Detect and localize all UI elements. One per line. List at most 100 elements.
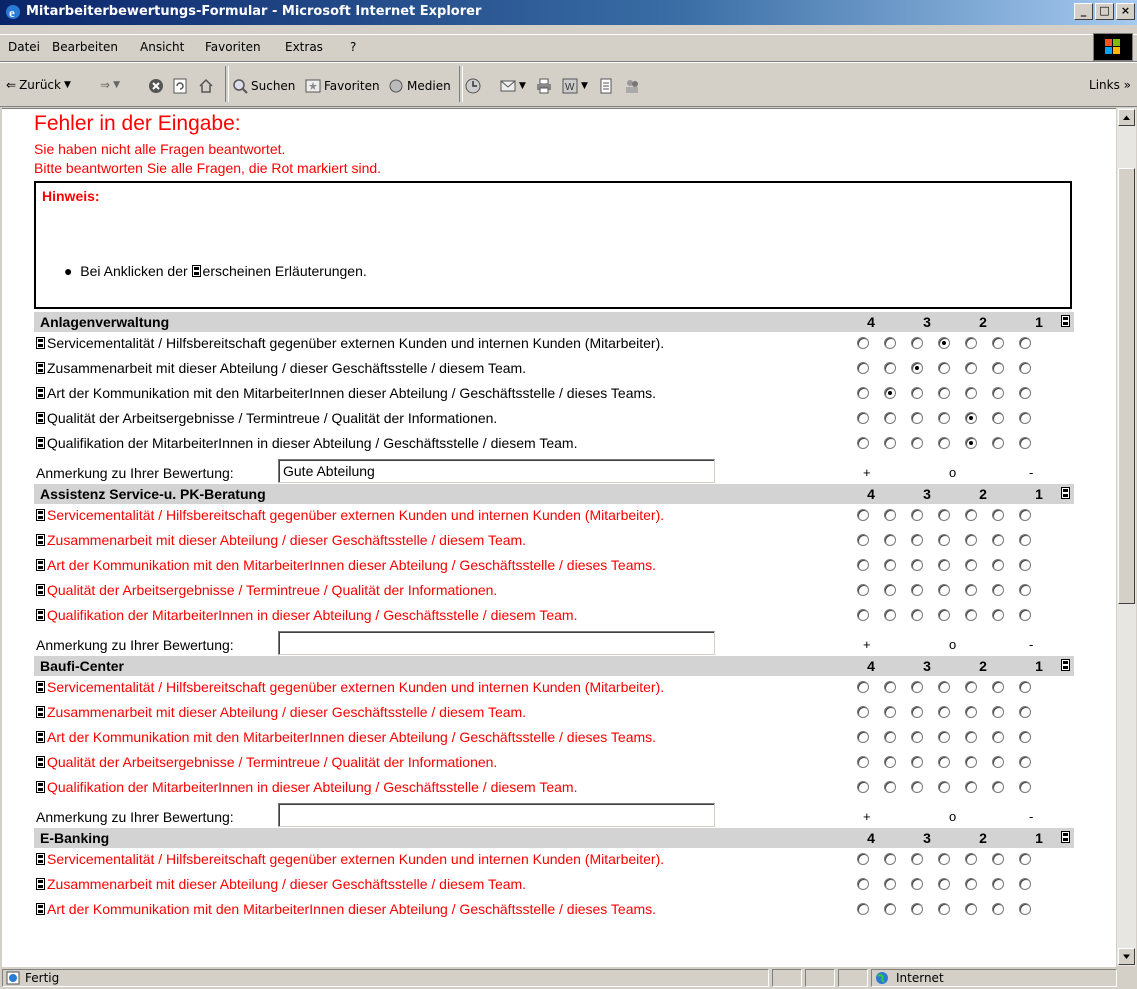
rating-radio[interactable] bbox=[884, 534, 896, 546]
info-icon[interactable] bbox=[36, 706, 45, 718]
rating-radio[interactable] bbox=[992, 559, 1004, 571]
rating-radio[interactable] bbox=[965, 756, 977, 768]
rating-radio[interactable] bbox=[884, 781, 896, 793]
rating-radio[interactable] bbox=[938, 706, 950, 718]
rating-radio[interactable] bbox=[1019, 781, 1031, 793]
rating-radio[interactable] bbox=[1019, 337, 1031, 349]
remark-input[interactable] bbox=[278, 803, 715, 827]
info-icon[interactable] bbox=[36, 534, 45, 546]
rating-radio[interactable] bbox=[911, 584, 923, 596]
rating-radio[interactable] bbox=[857, 387, 869, 399]
rating-radio[interactable] bbox=[884, 437, 896, 449]
rating-radio[interactable] bbox=[911, 362, 923, 374]
info-icon[interactable] bbox=[36, 437, 45, 449]
rating-radio[interactable] bbox=[938, 509, 950, 521]
info-icon[interactable] bbox=[36, 681, 45, 693]
rating-radio[interactable] bbox=[911, 609, 923, 621]
rating-radio[interactable] bbox=[1019, 903, 1031, 915]
messenger-button[interactable] bbox=[624, 78, 640, 94]
rating-radio[interactable] bbox=[1019, 387, 1031, 399]
rating-radio[interactable] bbox=[884, 509, 896, 521]
rating-radio[interactable] bbox=[965, 731, 977, 743]
info-icon[interactable] bbox=[36, 878, 45, 890]
rating-radio[interactable] bbox=[965, 362, 977, 374]
rating-radio[interactable] bbox=[938, 387, 950, 399]
info-icon[interactable] bbox=[36, 387, 45, 399]
menu-help[interactable]: ? bbox=[350, 40, 356, 54]
rating-radio[interactable] bbox=[1019, 878, 1031, 890]
back-button[interactable]: ⇐ Zurück ▼ bbox=[6, 78, 71, 92]
rating-radio[interactable] bbox=[884, 756, 896, 768]
rating-radio[interactable] bbox=[857, 878, 869, 890]
info-icon[interactable] bbox=[1061, 659, 1070, 671]
rating-radio[interactable] bbox=[1019, 437, 1031, 449]
rating-radio[interactable] bbox=[992, 437, 1004, 449]
rating-radio[interactable] bbox=[965, 853, 977, 865]
rating-radio[interactable] bbox=[1019, 509, 1031, 521]
rating-radio[interactable] bbox=[911, 437, 923, 449]
rating-radio[interactable] bbox=[938, 853, 950, 865]
rating-radio[interactable] bbox=[965, 609, 977, 621]
rating-radio[interactable] bbox=[965, 337, 977, 349]
rating-radio[interactable] bbox=[911, 337, 923, 349]
menu-bearbeiten[interactable]: Bearbeiten bbox=[52, 40, 118, 54]
menu-datei[interactable]: Datei bbox=[8, 40, 40, 54]
rating-radio[interactable] bbox=[884, 706, 896, 718]
rating-radio[interactable] bbox=[911, 878, 923, 890]
rating-radio[interactable] bbox=[992, 362, 1004, 374]
remark-input[interactable] bbox=[278, 459, 715, 483]
rating-radio[interactable] bbox=[992, 534, 1004, 546]
rating-radio[interactable] bbox=[992, 509, 1004, 521]
rating-radio[interactable] bbox=[857, 681, 869, 693]
rating-radio[interactable] bbox=[857, 362, 869, 374]
rating-radio[interactable] bbox=[1019, 706, 1031, 718]
close-button[interactable]: × bbox=[1116, 3, 1135, 20]
rating-radio[interactable] bbox=[884, 731, 896, 743]
rating-radio[interactable] bbox=[911, 706, 923, 718]
rating-radio[interactable] bbox=[1019, 609, 1031, 621]
rating-radio[interactable] bbox=[965, 437, 977, 449]
rating-radio[interactable] bbox=[884, 681, 896, 693]
rating-radio[interactable] bbox=[992, 878, 1004, 890]
info-icon[interactable] bbox=[36, 559, 45, 571]
rating-radio[interactable] bbox=[857, 706, 869, 718]
rating-radio[interactable] bbox=[965, 584, 977, 596]
rating-radio[interactable] bbox=[884, 559, 896, 571]
info-icon[interactable] bbox=[1061, 315, 1070, 327]
rating-radio[interactable] bbox=[857, 781, 869, 793]
rating-radio[interactable] bbox=[857, 609, 869, 621]
minimize-button[interactable]: _ bbox=[1074, 3, 1093, 20]
rating-radio[interactable] bbox=[857, 559, 869, 571]
rating-radio[interactable] bbox=[884, 412, 896, 424]
rating-radio[interactable] bbox=[1019, 559, 1031, 571]
rating-radio[interactable] bbox=[1019, 584, 1031, 596]
rating-radio[interactable] bbox=[857, 903, 869, 915]
discuss-button[interactable] bbox=[598, 78, 614, 94]
rating-radio[interactable] bbox=[884, 878, 896, 890]
links-button[interactable]: Links » bbox=[1089, 78, 1131, 92]
rating-radio[interactable] bbox=[938, 756, 950, 768]
stop-button[interactable] bbox=[148, 78, 164, 94]
rating-radio[interactable] bbox=[965, 412, 977, 424]
rating-radio[interactable] bbox=[938, 362, 950, 374]
menu-extras[interactable]: Extras bbox=[285, 40, 323, 54]
info-icon[interactable] bbox=[1061, 831, 1070, 843]
rating-radio[interactable] bbox=[938, 559, 950, 571]
rating-radio[interactable] bbox=[857, 437, 869, 449]
favorites-button[interactable]: Favoriten bbox=[305, 78, 380, 94]
info-icon[interactable] bbox=[36, 731, 45, 743]
rating-radio[interactable] bbox=[965, 903, 977, 915]
rating-radio[interactable] bbox=[992, 337, 1004, 349]
rating-radio[interactable] bbox=[938, 534, 950, 546]
rating-radio[interactable] bbox=[911, 681, 923, 693]
scroll-down-button[interactable] bbox=[1118, 948, 1135, 965]
rating-radio[interactable] bbox=[911, 756, 923, 768]
rating-radio[interactable] bbox=[911, 731, 923, 743]
rating-radio[interactable] bbox=[965, 509, 977, 521]
rating-radio[interactable] bbox=[857, 731, 869, 743]
rating-radio[interactable] bbox=[938, 437, 950, 449]
vertical-scrollbar[interactable] bbox=[1117, 108, 1136, 966]
rating-radio[interactable] bbox=[911, 559, 923, 571]
rating-radio[interactable] bbox=[884, 853, 896, 865]
info-icon[interactable] bbox=[36, 509, 45, 521]
